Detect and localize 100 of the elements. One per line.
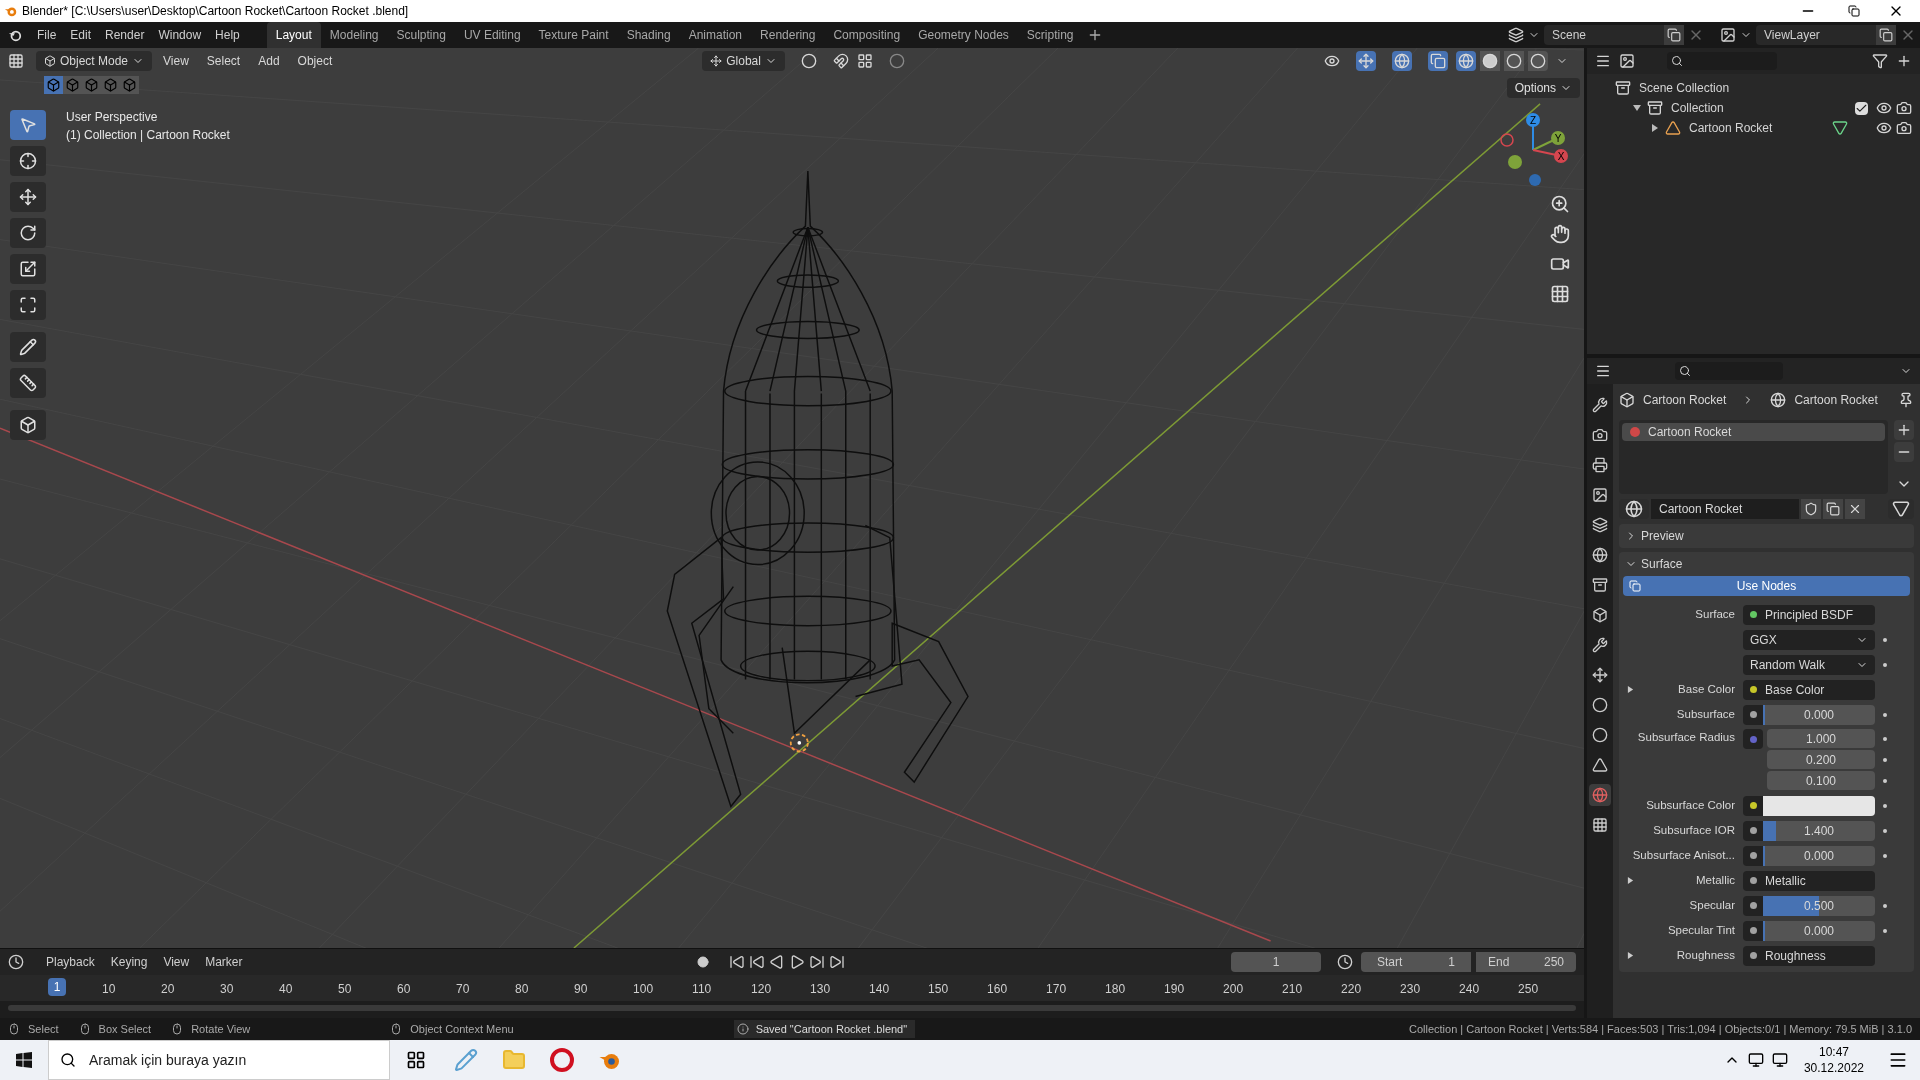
view-layer-field[interactable]: ViewLayer (1756, 25, 1876, 45)
grid-icon[interactable] (1550, 284, 1570, 304)
move-tool-icon[interactable] (10, 182, 46, 212)
workspace-tab[interactable]: Modeling (320, 22, 388, 48)
mesh-icon[interactable] (1888, 499, 1914, 519)
workspace-tab[interactable]: Shading (617, 22, 680, 48)
material-shading-icon[interactable] (1504, 51, 1524, 71)
annotate-tool-icon[interactable] (10, 332, 46, 362)
filter-icon[interactable] (1872, 53, 1888, 69)
transform-tool-icon[interactable] (10, 290, 46, 320)
workspace-tab[interactable]: Rendering (751, 22, 825, 48)
next-keyframe-icon[interactable] (808, 954, 825, 970)
cursor-tool-icon[interactable] (10, 146, 46, 176)
close-icon[interactable] (1845, 499, 1865, 519)
menu-item[interactable]: Playback (40, 953, 101, 971)
expand-arrow-icon[interactable] (1633, 104, 1641, 112)
editor-type-icon[interactable] (1595, 53, 1611, 69)
menu-item[interactable]: Keying (104, 953, 154, 971)
checkbox-icon[interactable] (1855, 101, 1868, 115)
clock-icon[interactable] (1337, 954, 1353, 970)
link-field[interactable]: Roughness (1743, 945, 1875, 966)
menu-item[interactable]: Edit (63, 26, 99, 44)
menu-item[interactable]: Help (208, 26, 247, 44)
task-view-icon[interactable] (406, 1050, 426, 1070)
wireframe-shading-icon[interactable] (1456, 51, 1476, 71)
menu-item[interactable]: File (30, 26, 64, 44)
workspace-tab[interactable]: UV Editing (454, 22, 530, 48)
select-box-tool-icon[interactable] (10, 110, 46, 140)
shield-icon[interactable] (1801, 499, 1821, 519)
visibility-icon[interactable] (1324, 53, 1340, 69)
search-field[interactable] (1675, 362, 1783, 380)
selection-mode-icon[interactable] (44, 76, 63, 94)
display-mode-icon[interactable] (1619, 53, 1635, 69)
snap-target-icon[interactable] (856, 53, 873, 69)
selection-mode-icon[interactable] (63, 76, 82, 94)
pivot-icon[interactable] (800, 53, 817, 69)
restore-icon[interactable] (1848, 5, 1860, 17)
scale-tool-icon[interactable] (10, 254, 46, 284)
copy-icon[interactable] (1664, 25, 1684, 45)
play-reverse-icon[interactable] (768, 954, 785, 970)
number-field[interactable]: 1.000 (1767, 729, 1875, 748)
measure-tool-icon[interactable] (10, 368, 46, 398)
search-field[interactable]: Aramak için buraya yazın (48, 1040, 390, 1080)
remove-slot-icon[interactable] (1894, 442, 1914, 462)
xray-icon[interactable] (1428, 51, 1448, 71)
hand-icon[interactable] (1550, 224, 1570, 244)
new-collection-icon[interactable] (1896, 53, 1912, 69)
mesh-data-icon[interactable] (1832, 120, 1849, 136)
menu-item[interactable]: Object (290, 52, 340, 70)
options-dropdown[interactable]: Options (1506, 78, 1580, 98)
copy-icon[interactable] (1876, 25, 1896, 45)
menu-item[interactable]: Render (98, 26, 152, 44)
current-frame-field[interactable]: 1 (1231, 952, 1321, 972)
expand-arrow-icon[interactable] (1627, 686, 1634, 693)
number-slider[interactable]: 0.000 (1763, 704, 1875, 725)
previous-keyframe-icon[interactable] (748, 954, 765, 970)
color-swatch[interactable] (1763, 795, 1875, 816)
menu-item[interactable]: Window (151, 26, 209, 44)
material-browse-icon[interactable] (1619, 499, 1649, 519)
copy-icon[interactable] (1823, 499, 1843, 519)
jump-start-icon[interactable] (728, 954, 745, 970)
record-icon[interactable] (696, 956, 709, 968)
panel-header[interactable]: Preview (1641, 527, 1684, 545)
orientation-dropdown[interactable]: Global (702, 51, 785, 71)
workspace-tab[interactable]: Geometry Nodes (909, 22, 1018, 48)
pin-icon[interactable] (1898, 392, 1914, 408)
expand-arrow-icon[interactable] (1627, 877, 1634, 884)
end-frame-field[interactable]: End 250 (1476, 952, 1576, 972)
editor-type-icon[interactable] (8, 954, 24, 970)
workspace-tab[interactable]: Texture Paint (529, 22, 618, 48)
dropdown[interactable]: Random Walk (1743, 654, 1875, 675)
playhead-marker[interactable]: 1 (48, 978, 66, 996)
link-field[interactable]: Base Color (1743, 679, 1875, 700)
menu-item[interactable]: Marker (199, 953, 249, 971)
navigation-gizmo-drawing[interactable]: Z Y X (1493, 110, 1573, 190)
visibility-icon[interactable] (1876, 120, 1892, 136)
number-slider[interactable]: 0.000 (1763, 920, 1875, 941)
outliner-item[interactable]: Scene Collection (1639, 79, 1730, 97)
browser-icon[interactable] (550, 1048, 574, 1072)
menu-item[interactable]: View (156, 52, 196, 70)
view-layer-icon[interactable] (1720, 27, 1736, 43)
render-toggle-icon[interactable] (1896, 100, 1912, 116)
dropdown[interactable]: GGX (1743, 629, 1875, 650)
workspace-tab[interactable]: Layout (266, 22, 321, 48)
scene-field[interactable]: Scene (1544, 25, 1664, 45)
editor-type-icon[interactable] (8, 53, 24, 69)
overlay-toggle-icon[interactable] (1392, 51, 1412, 71)
mode-dropdown[interactable]: Object Mode (36, 51, 153, 71)
snap-icon[interactable] (832, 53, 849, 69)
editor-type-icon[interactable] (1595, 363, 1611, 379)
menu-item[interactable]: Add (251, 52, 287, 70)
number-slider[interactable]: 0.000 (1763, 845, 1875, 866)
menu-item[interactable]: View (157, 953, 196, 971)
render-toggle-icon[interactable] (1896, 120, 1912, 136)
link-field[interactable]: Metallic (1743, 870, 1875, 891)
scrollbar[interactable] (8, 1005, 1576, 1011)
solid-shading-icon[interactable] (1480, 51, 1500, 71)
number-field[interactable]: 0.100 (1767, 771, 1875, 790)
windows-logo-icon[interactable] (16, 1052, 32, 1068)
jump-end-icon[interactable] (828, 954, 845, 970)
